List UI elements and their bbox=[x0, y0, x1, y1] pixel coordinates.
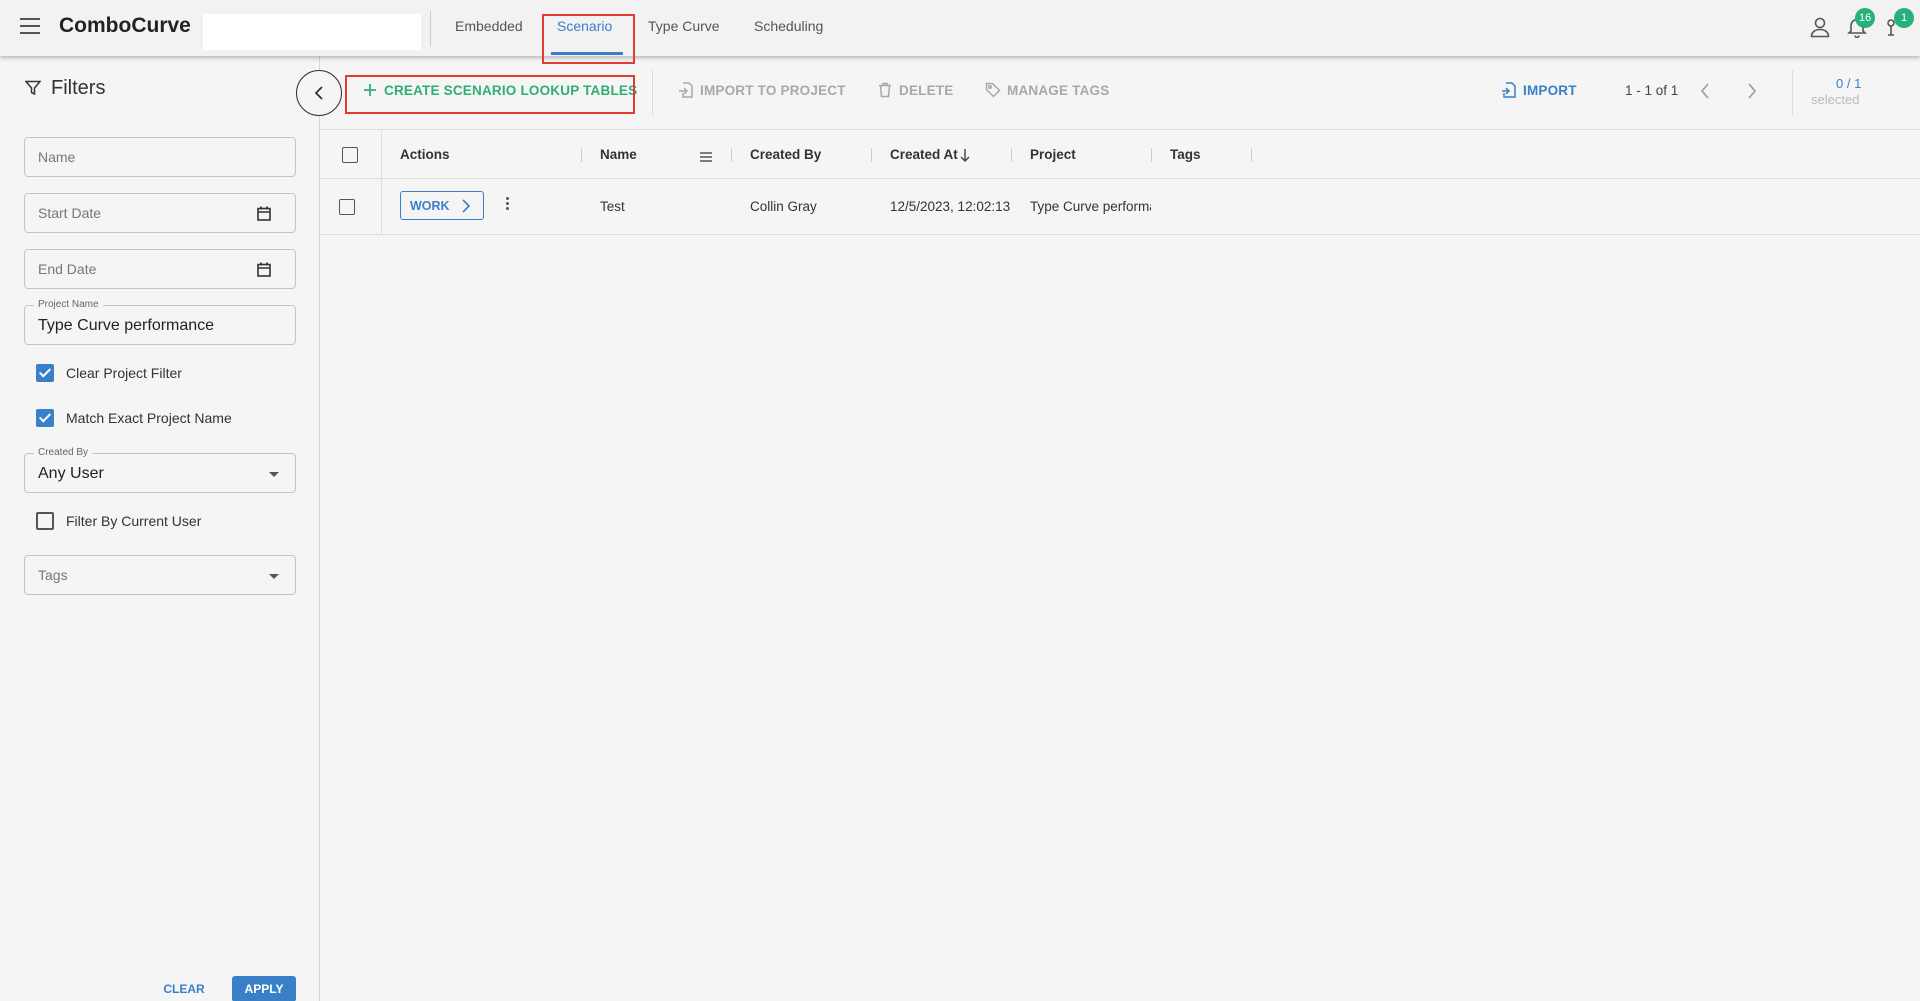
calendar-icon[interactable] bbox=[257, 206, 271, 221]
clear-project-filter-label: Clear Project Filter bbox=[66, 365, 182, 381]
tab-scenario[interactable]: Scenario bbox=[557, 18, 612, 34]
created-by-select[interactable]: Created By Any User bbox=[24, 447, 296, 493]
delete-button[interactable]: DELETE bbox=[879, 82, 954, 98]
selected-label: selected bbox=[1811, 92, 1860, 107]
menu-icon[interactable] bbox=[20, 18, 40, 36]
cell-created-by: Collin Gray bbox=[750, 199, 817, 214]
more-options-icon[interactable] bbox=[504, 197, 510, 213]
tab-embedded[interactable]: Embedded bbox=[455, 18, 523, 34]
caret-down-icon bbox=[269, 472, 279, 477]
manage-tags-button[interactable]: MANAGE TAGS bbox=[985, 82, 1110, 98]
jobs-badge: 1 bbox=[1894, 8, 1914, 28]
toolbar-divider bbox=[652, 70, 653, 116]
calendar-icon[interactable] bbox=[257, 262, 271, 277]
caret-down-icon bbox=[269, 574, 279, 579]
toolbar-divider bbox=[1792, 70, 1793, 116]
filter-by-current-user-label: Filter By Current User bbox=[66, 513, 202, 529]
end-date-placeholder: End Date bbox=[38, 261, 97, 277]
filters-title: Filters bbox=[51, 77, 106, 99]
project-name-field[interactable]: Project Name Type Curve performance bbox=[24, 299, 296, 345]
match-exact-project-name-label: Match Exact Project Name bbox=[66, 410, 232, 426]
sort-descending-icon[interactable] bbox=[959, 148, 971, 162]
toolbar: CREATE SCENARIO LOOKUP TABLES IMPORT TO … bbox=[321, 56, 1920, 128]
create-scenario-lookup-tables-button[interactable]: CREATE SCENARIO LOOKUP TABLES bbox=[364, 83, 638, 98]
prev-page-icon[interactable] bbox=[1699, 82, 1715, 100]
notifications-badge: 16 bbox=[1855, 8, 1876, 28]
header-divider bbox=[430, 11, 431, 47]
top-app-bar: ComboCurve Embedded Scenario Type Curve … bbox=[0, 0, 1920, 56]
checkbox-column-divider bbox=[381, 129, 382, 235]
column-header-actions: Actions bbox=[400, 147, 450, 162]
filter-icon bbox=[24, 80, 42, 96]
import-to-project-button[interactable]: IMPORT TO PROJECT bbox=[679, 82, 846, 98]
column-separator bbox=[1151, 148, 1152, 162]
name-input[interactable]: Name bbox=[24, 137, 296, 177]
apply-button[interactable]: APPLY bbox=[232, 976, 296, 1001]
selected-count: 0 / 1 bbox=[1836, 76, 1862, 91]
checkbox-unchecked[interactable] bbox=[36, 512, 54, 530]
work-label: WORK bbox=[410, 199, 450, 213]
column-header-created-by[interactable]: Created By bbox=[750, 147, 821, 162]
clear-button[interactable]: CLEAR bbox=[156, 976, 212, 1001]
project-name-value: Type Curve performance bbox=[38, 317, 215, 334]
select-all-checkbox[interactable] bbox=[342, 147, 358, 163]
cell-project: Type Curve performance bbox=[1030, 199, 1151, 214]
end-date-input[interactable]: End Date bbox=[24, 249, 296, 289]
checkbox-checked[interactable] bbox=[36, 409, 54, 427]
table-row[interactable]: WORK Test Collin Gray 12/5/2023, 12:02:1… bbox=[321, 180, 1920, 235]
column-menu-icon[interactable] bbox=[700, 149, 712, 162]
project-name-box bbox=[203, 14, 421, 50]
delete-label: DELETE bbox=[899, 83, 954, 98]
column-separator bbox=[1251, 148, 1252, 162]
created-by-value: Any User bbox=[38, 465, 104, 482]
filter-panel: Filters Name Start Date End Date Project… bbox=[0, 56, 320, 1001]
pagination-text: 1 - 1 of 1 bbox=[1625, 83, 1679, 98]
cell-name: Test bbox=[600, 199, 625, 214]
start-date-placeholder: Start Date bbox=[38, 205, 102, 221]
table-header: Actions Name Created By Created At Proje… bbox=[321, 129, 1920, 179]
column-separator bbox=[1011, 148, 1012, 162]
column-header-name[interactable]: Name bbox=[600, 147, 637, 162]
name-placeholder: Name bbox=[38, 149, 76, 165]
brand-logo: ComboCurve bbox=[59, 14, 191, 37]
start-date-input[interactable]: Start Date bbox=[24, 193, 296, 233]
tags-placeholder: Tags bbox=[38, 567, 68, 583]
column-header-tags[interactable]: Tags bbox=[1170, 147, 1201, 162]
tags-select[interactable]: Tags bbox=[24, 555, 296, 595]
tab-scheduling[interactable]: Scheduling bbox=[754, 18, 823, 34]
column-separator bbox=[581, 148, 582, 162]
next-page-icon[interactable] bbox=[1746, 82, 1762, 100]
checkbox-checked[interactable] bbox=[36, 364, 54, 382]
work-button[interactable]: WORK bbox=[400, 191, 484, 220]
import-button[interactable]: IMPORT bbox=[1502, 82, 1577, 98]
import-to-project-label: IMPORT TO PROJECT bbox=[700, 83, 846, 98]
collapse-filters-button[interactable] bbox=[296, 70, 342, 116]
created-by-label: Created By bbox=[34, 447, 93, 458]
cell-created-at: 12/5/2023, 12:02:13 bbox=[890, 199, 1011, 214]
column-header-project[interactable]: Project bbox=[1030, 147, 1076, 162]
column-header-created-at[interactable]: Created At bbox=[890, 147, 958, 162]
manage-tags-label: MANAGE TAGS bbox=[1007, 83, 1110, 98]
column-separator bbox=[871, 148, 872, 162]
create-label: CREATE SCENARIO LOOKUP TABLES bbox=[384, 83, 638, 98]
column-separator bbox=[731, 148, 732, 162]
import-label: IMPORT bbox=[1523, 83, 1577, 98]
project-name-label: Project Name bbox=[34, 299, 103, 310]
tab-type-curve[interactable]: Type Curve bbox=[648, 18, 720, 34]
user-icon[interactable] bbox=[1809, 16, 1831, 38]
active-tab-indicator bbox=[551, 52, 623, 55]
row-checkbox[interactable] bbox=[339, 199, 355, 215]
